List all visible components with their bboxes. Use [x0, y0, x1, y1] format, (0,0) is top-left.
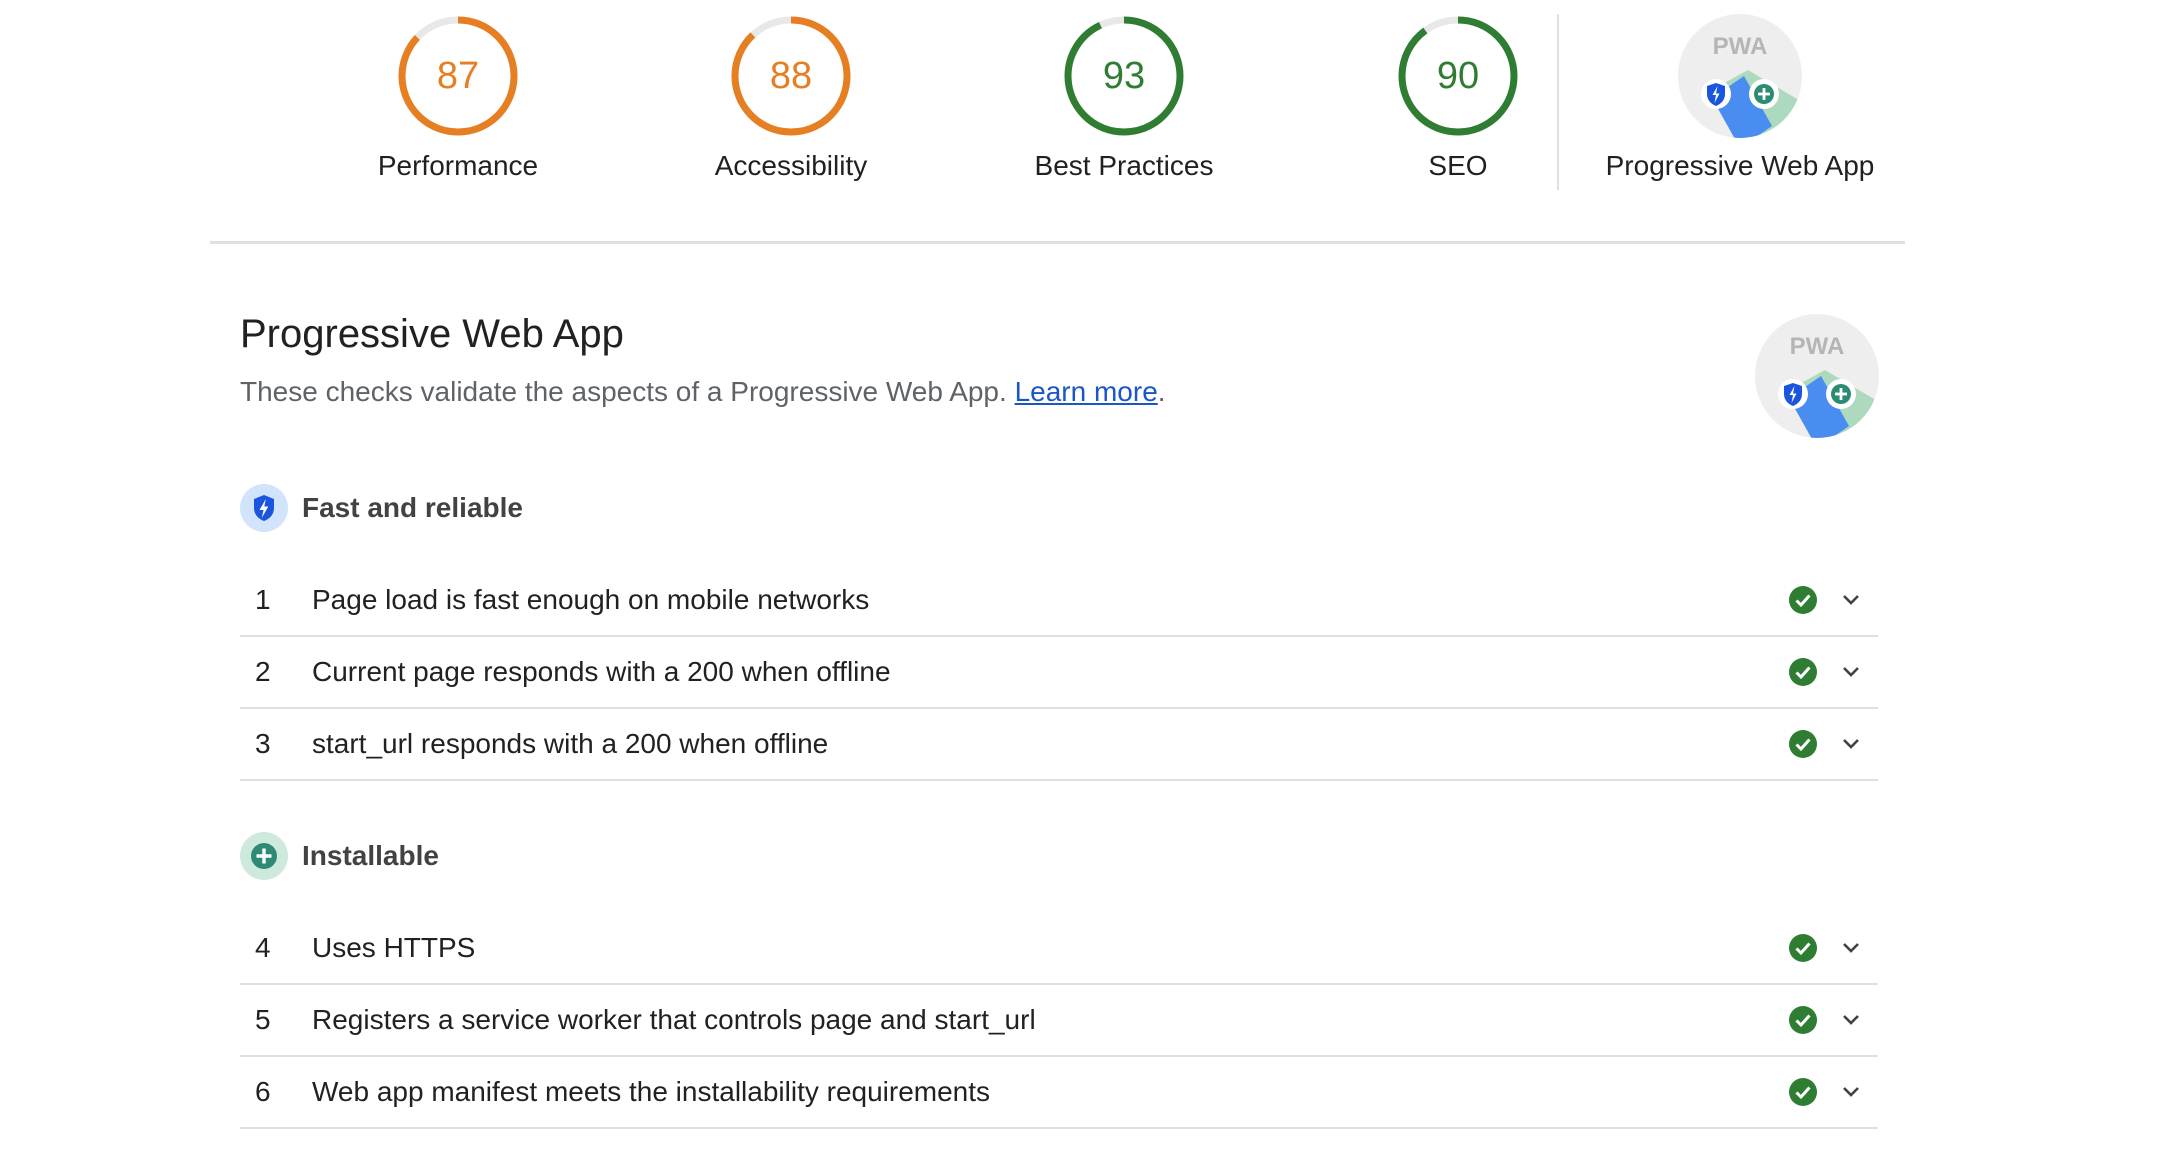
audit-number: 2	[255, 656, 271, 687]
audit-title: Uses HTTPS	[312, 932, 476, 963]
check-circle-icon	[1789, 730, 1817, 758]
audit-row[interactable]: 6 Web app manifest meets the installabil…	[240, 1057, 1878, 1129]
chevron-down-icon[interactable]	[1838, 587, 1864, 613]
gauge-label: Best Practices	[1034, 150, 1214, 181]
audit-number: 4	[255, 932, 271, 963]
audit-number: 3	[255, 728, 271, 759]
category-pwa-badge: PWA	[1755, 314, 1879, 443]
audit-number: 6	[255, 1076, 271, 1107]
check-circle-icon	[1789, 1006, 1817, 1034]
audit-title: Web app manifest meets the installabilit…	[312, 1076, 991, 1107]
description-text: These checks validate the aspects of a P…	[240, 376, 1007, 407]
audit-title: Page load is fast enough on mobile netwo…	[312, 584, 870, 615]
audit-row[interactable]: 4 Uses HTTPS	[240, 913, 1878, 985]
pwa-badge-icon: PWA	[1678, 14, 1802, 138]
audit-number: 5	[255, 1004, 271, 1035]
check-circle-icon	[1789, 934, 1817, 962]
plus-circle-icon	[240, 832, 288, 880]
category-title: Progressive Web App	[240, 312, 624, 356]
chevron-down-icon[interactable]	[1838, 935, 1864, 961]
audit-row[interactable]: 5 Registers a service worker that contro…	[240, 985, 1878, 1057]
score-ring: 90	[1398, 16, 1518, 136]
chevron-down-icon[interactable]	[1838, 659, 1864, 685]
group-title: Installable	[302, 840, 439, 871]
lighthouse-report: 87 Performance 88 Accessibility 93 Best …	[0, 0, 2166, 1152]
group-title: Fast and reliable	[302, 492, 523, 523]
check-circle-icon	[1789, 586, 1817, 614]
audit-row[interactable]: 3 start_url responds with a 200 when off…	[240, 709, 1878, 781]
pwa-badge-icon: PWA	[1755, 314, 1879, 438]
divider	[210, 241, 1905, 244]
group-installable: Installable	[240, 831, 439, 881]
gauge-divider	[1557, 14, 1559, 190]
chevron-down-icon[interactable]	[1838, 731, 1864, 757]
lightning-shield-icon	[240, 484, 288, 532]
score-ring: 88	[731, 16, 851, 136]
gauge-best-practices[interactable]: 93 Best Practices	[984, 14, 1264, 182]
audit-title: start_url responds with a 200 when offli…	[312, 728, 829, 759]
score-ring: 87	[398, 16, 518, 136]
gauge-performance[interactable]: 87 Performance	[318, 14, 598, 182]
audit-row[interactable]: 1 Page load is fast enough on mobile net…	[240, 565, 1878, 637]
gauge-seo[interactable]: 90 SEO	[1318, 14, 1598, 182]
gauge-label: Progressive Web App	[1605, 150, 1875, 181]
audit-number: 1	[255, 584, 271, 615]
description-period: .	[1157, 376, 1166, 407]
gauge-score: 88	[770, 55, 812, 97]
score-ring: 93	[1064, 16, 1184, 136]
group-fast-and-reliable: Fast and reliable	[240, 483, 523, 533]
gauge-label: Performance	[377, 150, 539, 181]
gauge-accessibility[interactable]: 88 Accessibility	[651, 14, 931, 182]
pwa-badge-text: PWA	[1713, 33, 1768, 60]
gauge-score: 93	[1103, 55, 1145, 97]
check-circle-icon	[1789, 1078, 1817, 1106]
gauge-score: 87	[437, 55, 479, 97]
gauge-score: 90	[1437, 55, 1479, 97]
category-description: These checks validate the aspects of a P…	[240, 376, 1166, 408]
chevron-down-icon[interactable]	[1838, 1079, 1864, 1105]
gauge-label: SEO	[1428, 150, 1488, 181]
pwa-badge-text: PWA	[1790, 333, 1845, 360]
score-gauges: 87 Performance 88 Accessibility 93 Best …	[210, 0, 1905, 243]
audit-row[interactable]: 2 Current page responds with a 200 when …	[240, 637, 1878, 709]
audit-title: Registers a service worker that controls…	[312, 1004, 1036, 1035]
gauge-pwa[interactable]: PWA Progressive Web App	[1585, 14, 1895, 182]
gauge-label: Accessibility	[714, 150, 868, 181]
check-circle-icon	[1789, 658, 1817, 686]
learn-more-link[interactable]: Learn more	[1015, 376, 1158, 407]
audit-title: Current page responds with a 200 when of…	[312, 656, 891, 687]
chevron-down-icon[interactable]	[1838, 1007, 1864, 1033]
